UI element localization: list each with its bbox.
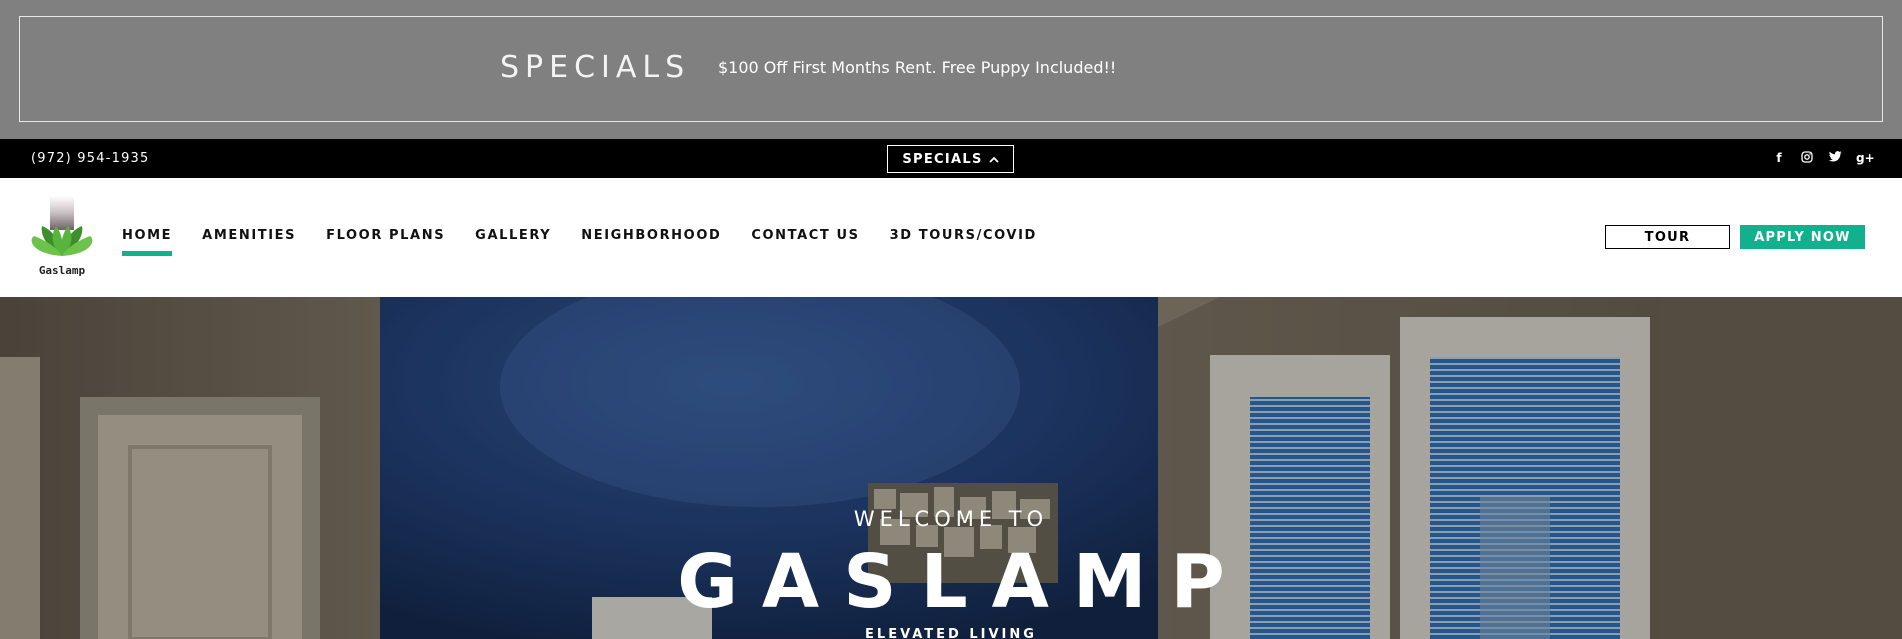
hero-welcome: WELCOME TO [853,507,1049,531]
specials-heading: SPECIALS [500,50,691,85]
main-navbar: Gaslamp HOME AMENITIES FLOOR PLANS GALLE… [0,178,1902,297]
tour-button[interactable]: TOUR [1605,225,1730,249]
social-links: f g+ [1772,151,1875,166]
hero-subtitle: ELEVATED LIVING [865,627,1037,639]
nav-item-amenities[interactable]: AMENITIES [202,228,296,244]
twitter-icon[interactable] [1828,151,1842,166]
hero-section: WELCOME TO GASLAMP ELEVATED LIVING [0,297,1902,639]
hero-title: GASLAMP [677,539,1249,625]
top-bar: (972) 954-1935 SPECIALS f g+ [0,139,1902,178]
nav-item-3d-tours-covid[interactable]: 3D TOURS/COVID [890,228,1037,244]
google-plus-icon[interactable]: g+ [1856,151,1875,166]
nav-item-gallery[interactable]: GALLERY [475,228,551,244]
phone-link[interactable]: (972) 954-1935 [31,151,149,166]
specials-banner: SPECIALS $100 Off First Months Rent. Fre… [0,0,1902,139]
apply-now-button[interactable]: APPLY NOW [1740,225,1865,249]
nav-item-contact-us[interactable]: CONTACT US [751,228,859,244]
logo[interactable]: Gaslamp [30,196,94,278]
lotus-logo-icon [31,196,93,256]
nav-item-home[interactable]: HOME [122,228,173,256]
specials-toggle-button[interactable]: SPECIALS [887,145,1014,173]
chevron-up-icon [988,156,999,163]
main-nav: HOME AMENITIES FLOOR PLANS GALLERY NEIGH… [122,228,1067,256]
specials-text: $100 Off First Months Rent. Free Puppy I… [718,58,1117,77]
nav-item-neighborhood[interactable]: NEIGHBORHOOD [581,228,721,244]
facebook-icon[interactable]: f [1772,151,1786,166]
specials-toggle-label: SPECIALS [902,151,983,167]
instagram-icon[interactable] [1800,151,1814,166]
nav-item-floor-plans[interactable]: FLOOR PLANS [326,228,445,244]
logo-label: Gaslamp [38,264,86,277]
